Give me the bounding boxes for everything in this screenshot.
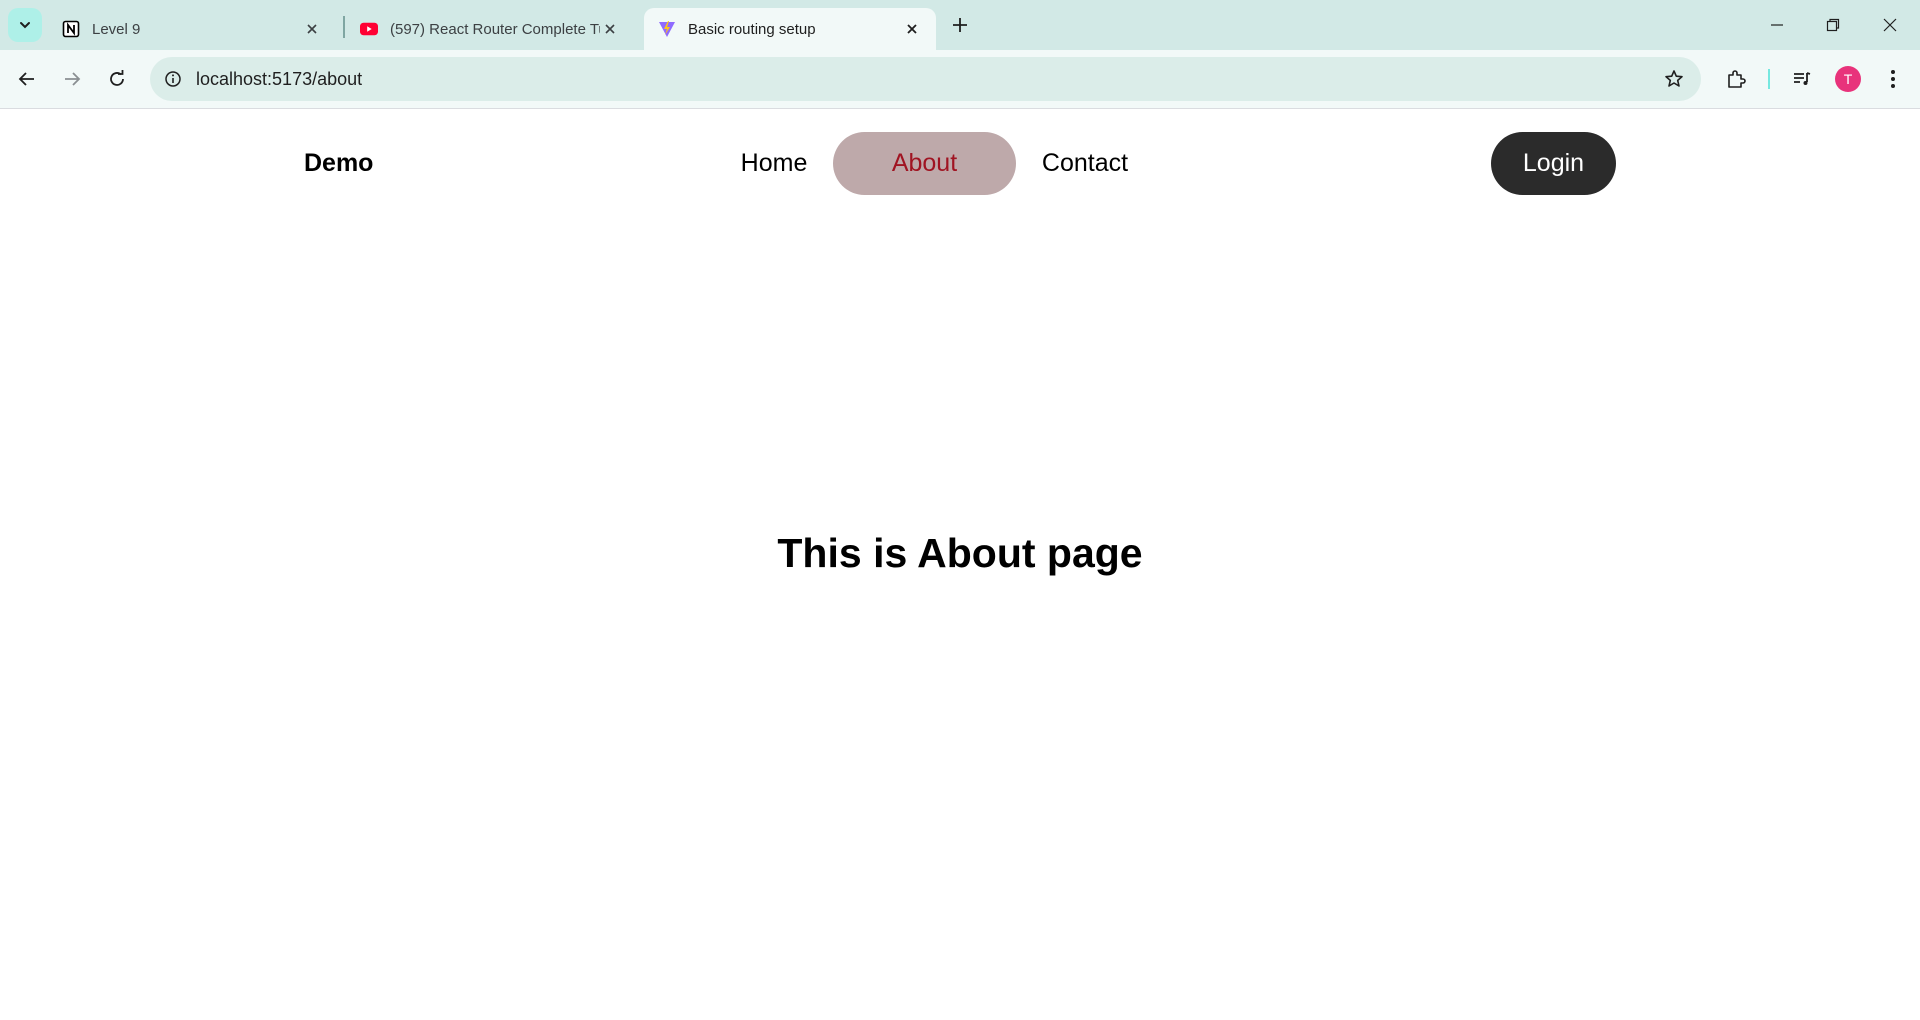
minimize-icon [1770,18,1784,32]
queue-music-icon [1792,69,1812,89]
vite-icon [658,20,676,38]
tab-title: Level 9 [92,20,141,38]
profile-avatar[interactable]: T [1835,66,1861,92]
tab-title: Basic routing setup [688,20,816,38]
toolbar-divider [1768,69,1770,89]
puzzle-icon [1726,69,1746,89]
site-logo[interactable]: Demo [304,149,373,178]
site-navbar: Demo Home About Contact Login [0,109,1920,219]
browser-toolbar: localhost:5173/about T [0,50,1920,109]
tab-separator [343,16,345,38]
login-button[interactable]: Login [1491,132,1616,195]
restore-button[interactable] [1813,10,1853,40]
tab-title: (597) React Router Complete Tu [390,20,600,38]
nav-link-home[interactable]: Home [718,132,830,195]
tab-level-9[interactable]: Level 9 [48,8,336,50]
close-icon[interactable] [902,19,922,39]
tab-search-button[interactable] [8,8,42,42]
browser-menu-button[interactable] [1875,61,1911,97]
arrow-left-icon [18,70,36,88]
forward-button[interactable] [54,61,90,97]
reload-icon [108,70,126,88]
youtube-icon [360,20,378,38]
tab-basic-routing-setup[interactable]: Basic routing setup [644,8,936,50]
site-info-icon[interactable] [158,64,188,94]
close-icon [1883,18,1897,32]
address-text: localhost:5173/about [196,69,363,89]
more-vertical-icon [1890,69,1896,89]
close-icon[interactable] [302,19,322,39]
plus-icon [952,17,968,33]
media-controls-button[interactable] [1784,61,1820,97]
reload-button[interactable] [99,61,135,97]
restore-icon [1826,18,1840,32]
address-bar[interactable]: localhost:5173/about [150,57,1701,101]
nav-link-about[interactable]: About [833,132,1016,195]
tab-react-router[interactable]: (597) React Router Complete Tu [346,8,634,50]
chevron-down-icon [18,18,32,32]
nav-link-contact[interactable]: Contact [1021,132,1149,195]
back-button[interactable] [9,61,45,97]
close-icon[interactable] [600,19,620,39]
arrow-right-icon [63,70,81,88]
new-tab-button[interactable] [948,13,972,37]
bookmark-star-icon[interactable] [1661,66,1687,92]
extensions-button[interactable] [1718,61,1754,97]
notion-icon [62,20,80,38]
close-window-button[interactable] [1870,10,1910,40]
minimize-button[interactable] [1757,10,1797,40]
tab-strip: Level 9 (597) React Router Complete Tu B… [0,0,1920,50]
page-heading: This is About page [777,530,1143,576]
